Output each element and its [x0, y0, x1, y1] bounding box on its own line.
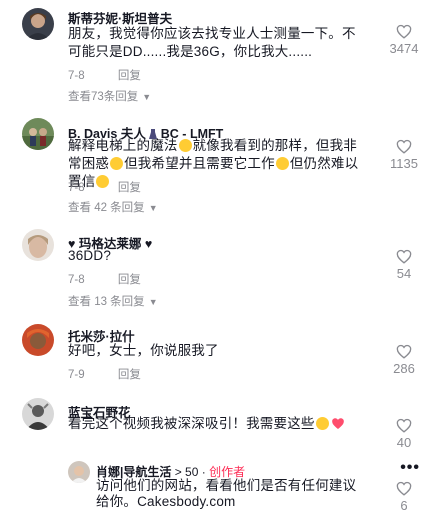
comment-meta: 7-8 回复 — [68, 271, 141, 287]
like-button[interactable]: 6 — [386, 481, 422, 513]
author-name: 肖娜|导航生活 — [96, 465, 172, 479]
more-dots-icon[interactable]: ••• — [400, 459, 420, 477]
avatar[interactable] — [22, 229, 54, 261]
view-replies-label: 查看 42 条回复 — [68, 202, 145, 214]
reply-button[interactable]: 回复 — [118, 369, 141, 381]
comment-text: 好吧，女士，你说服我了 — [68, 343, 219, 358]
view-replies-label: 查看 13 条回复 — [68, 296, 145, 308]
like-button[interactable]: 286 — [386, 344, 422, 376]
like-count: 1135 — [390, 156, 418, 171]
view-replies-label: 查看73条回复 — [68, 91, 139, 103]
heart-outline-icon — [396, 418, 412, 433]
laughing-emoji-icon — [110, 157, 124, 170]
comment-date: 7-8 — [68, 274, 85, 286]
chevron-down-icon: ▼ — [148, 297, 158, 307]
like-button[interactable]: 1135 — [386, 139, 422, 171]
view-replies-button[interactable]: 查看73条回复 ▼ — [68, 88, 151, 104]
like-button[interactable]: 54 — [386, 249, 422, 281]
comment-text: 看完这个视频我被深深吸引！我需要这些 — [68, 415, 368, 433]
comment-meta: 7-8 回复 — [68, 179, 141, 195]
avatar[interactable] — [22, 324, 54, 356]
avatar[interactable] — [22, 118, 54, 150]
avatar[interactable] — [68, 461, 90, 483]
comment-meta: 7-9 回复 — [68, 366, 141, 382]
reply-button[interactable]: 回复 — [118, 182, 141, 194]
heart-outline-icon — [396, 139, 412, 154]
like-count: 54 — [396, 266, 412, 281]
heart-outline-icon — [396, 481, 412, 496]
heart-outline-icon — [396, 249, 412, 264]
chevron-down-icon: ▼ — [148, 203, 158, 213]
laughing-emoji-icon — [315, 417, 329, 430]
like-count: 6 — [400, 498, 408, 513]
heart-outline-icon — [396, 24, 412, 39]
view-replies-button[interactable]: 查看 13 条回复 ▼ — [68, 293, 158, 309]
follower-hint: > 50 · — [174, 465, 206, 479]
view-replies-button[interactable]: 查看 42 条回复 ▼ — [68, 199, 158, 215]
avatar[interactable] — [22, 8, 54, 40]
reply-button[interactable]: 回复 — [118, 70, 141, 82]
comment-date: 7-8 — [68, 70, 85, 82]
comment-text: 朋友，我觉得你应该去找专业人士测量一下。不可能只是DD......我是36G，你… — [68, 26, 356, 59]
chevron-down-icon: ▼ — [142, 92, 152, 102]
avatar[interactable] — [22, 398, 54, 430]
text-part: 但我希望并且需要它工作 — [124, 156, 275, 171]
creator-badge: 创作者 — [209, 465, 246, 479]
smirk-emoji-icon — [275, 157, 289, 170]
comment-date: 7-9 — [68, 369, 85, 381]
comment-meta: 7-8 回复 — [68, 67, 141, 83]
comment-date: 7-8 — [68, 182, 85, 194]
reply-button[interactable]: 回复 — [118, 274, 141, 286]
like-count: 40 — [396, 435, 412, 450]
like-button[interactable]: 3474 — [386, 24, 422, 56]
creator-reply-text: 访问他们的网站，看看他们是否有任何建议给你。Cakesbody.com — [96, 478, 357, 509]
like-count: 286 — [393, 361, 415, 376]
heart-outline-icon — [396, 344, 412, 359]
thinking-emoji-icon — [178, 139, 192, 152]
text-part: 解释电梯上的魔法 — [68, 138, 178, 153]
text-part: 看完这个视频我被深深吸引！我需要这些 — [68, 416, 315, 431]
comment-text: 36DD? — [68, 248, 112, 263]
like-count: 3474 — [389, 41, 419, 56]
heart-eyes-emoji-icon — [331, 417, 345, 430]
like-button[interactable]: 40 — [386, 418, 422, 450]
